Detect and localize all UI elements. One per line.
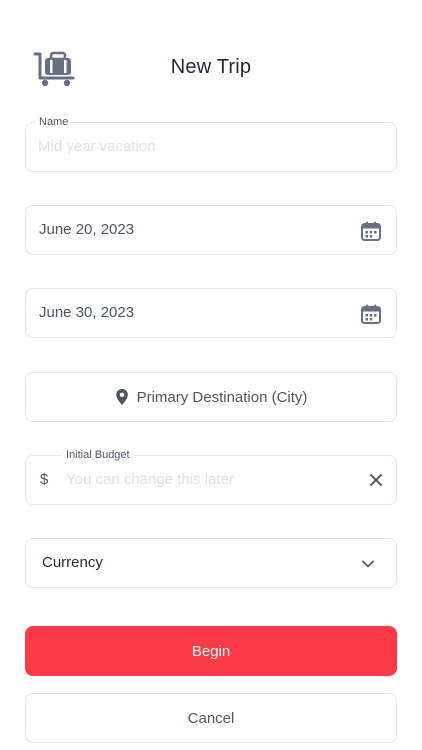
cancel-button[interactable]: Cancel [25, 693, 397, 743]
chevron-down-icon [362, 560, 374, 568]
page-title: New Trip [170, 56, 252, 78]
calendar-icon[interactable] [360, 220, 382, 242]
currency-select-label: Currency [42, 554, 103, 571]
start-date-value: June 20, 2023 [39, 221, 135, 238]
destination-content: Primary Destination (City) [26, 373, 396, 421]
calendar-icon[interactable] [360, 303, 382, 325]
budget-field[interactable]: Initial Budget $ [25, 448, 397, 505]
currency-prefix: $ [40, 471, 49, 488]
name-input[interactable] [38, 123, 378, 171]
start-date-field[interactable]: June 20, 2023 [25, 205, 397, 255]
budget-input[interactable] [66, 456, 356, 504]
currency-select[interactable]: Currency [25, 538, 397, 588]
name-field[interactable]: Name [25, 115, 397, 172]
begin-button[interactable]: Begin [25, 626, 397, 676]
end-date-value: June 30, 2023 [39, 304, 135, 321]
header: New Trip [0, 40, 422, 100]
end-date-field[interactable]: June 30, 2023 [25, 288, 397, 338]
destination-label: Primary Destination (City) [136, 388, 308, 406]
map-pin-icon [115, 389, 128, 405]
destination-button[interactable]: Primary Destination (City) [25, 372, 397, 422]
close-icon[interactable] [368, 472, 384, 488]
